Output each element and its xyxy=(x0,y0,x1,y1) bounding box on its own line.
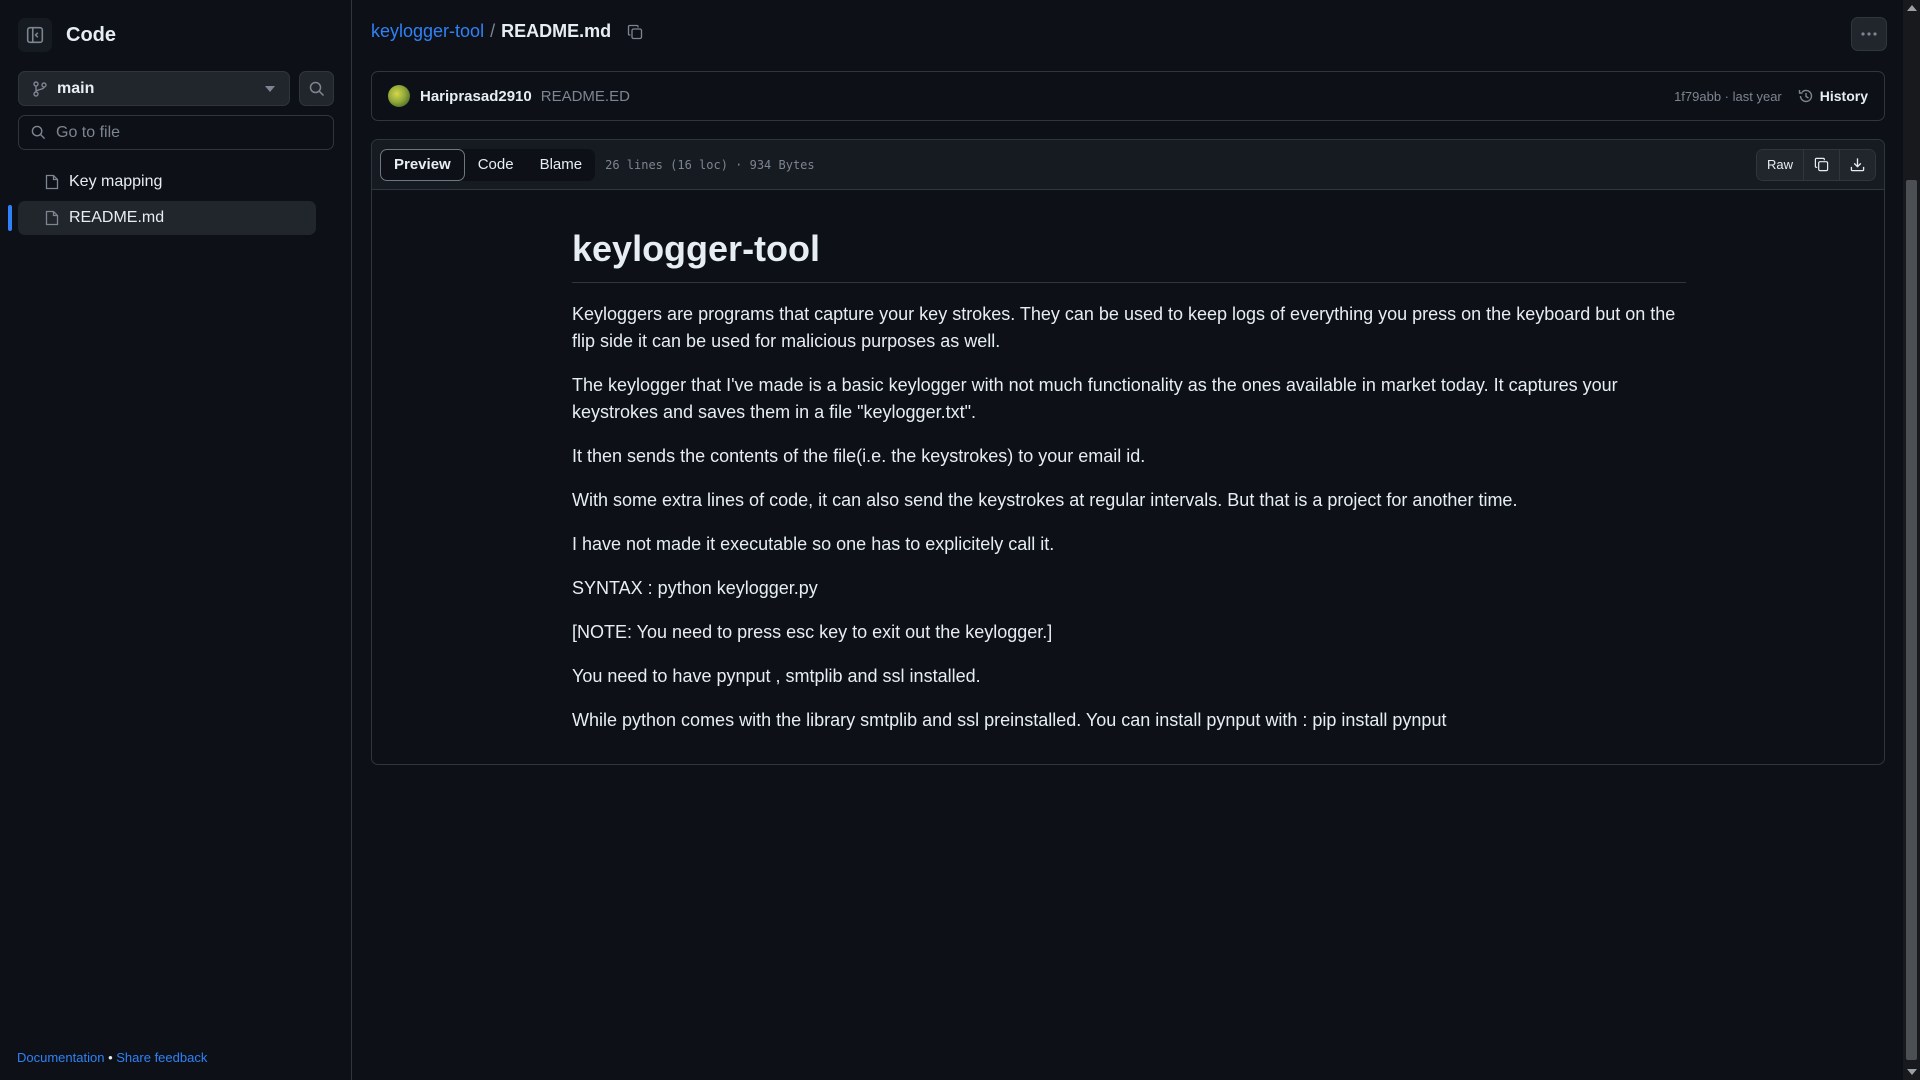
documentation-link[interactable]: Documentation xyxy=(17,1050,104,1065)
scroll-thumb[interactable] xyxy=(1906,180,1917,1060)
readme-paragraph: I have not made it executable so one has… xyxy=(572,534,1055,554)
git-branch-icon xyxy=(33,80,47,97)
history-label: History xyxy=(1819,88,1868,104)
raw-button[interactable]: Raw xyxy=(1756,149,1804,180)
readme-paragraph: [NOTE: You need to press esc key to exit… xyxy=(572,622,1053,642)
history-button[interactable]: History xyxy=(1798,88,1868,104)
tab-preview[interactable]: Preview xyxy=(380,148,465,181)
active-indicator xyxy=(8,205,12,231)
file-item-readme[interactable]: README.md xyxy=(8,201,316,235)
kebab-horizontal-icon xyxy=(1861,32,1877,36)
file-item-label: README.md xyxy=(69,209,165,226)
file-actions: Raw xyxy=(1755,148,1876,181)
view-tabs: Preview Code Blame xyxy=(380,148,596,181)
page-scrollbar[interactable] xyxy=(1903,0,1920,1080)
sidebar-title: Code xyxy=(66,23,116,46)
file-tree-sidebar: Code main Key mapping xyxy=(0,0,352,1080)
file-icon xyxy=(45,174,59,190)
search-icon xyxy=(309,81,325,97)
sidebar-header: Code xyxy=(18,18,116,52)
readme-paragraph: You need to have pynput , smtplib and ss… xyxy=(572,666,981,686)
commit-author[interactable]: Hariprasad2910 xyxy=(420,88,532,105)
sidebar-collapse-icon xyxy=(26,26,44,44)
go-to-file-field[interactable] xyxy=(18,115,334,150)
share-feedback-link[interactable]: Share feedback xyxy=(116,1050,207,1065)
file-item-key-mapping[interactable]: Key mapping xyxy=(18,165,316,199)
sidebar-footer: Documentation • Share feedback xyxy=(17,1050,207,1065)
breadcrumb: keylogger-tool / README.md xyxy=(371,21,643,42)
file-item-label: Key mapping xyxy=(69,173,163,190)
copy-icon xyxy=(1814,157,1829,172)
copy-path-button[interactable] xyxy=(627,24,643,40)
go-to-file-input[interactable] xyxy=(56,123,316,142)
file-toolbar: Preview Code Blame 26 lines (16 loc) · 9… xyxy=(372,140,1884,190)
copy-raw-button[interactable] xyxy=(1804,149,1840,180)
breadcrumb-file: README.md xyxy=(501,21,612,41)
breadcrumb-repo-link[interactable]: keylogger-tool xyxy=(371,21,484,42)
history-icon xyxy=(1798,88,1814,104)
file-icon xyxy=(45,210,59,226)
readme-paragraph: The keylogger that I've made is a basic … xyxy=(572,375,1618,422)
tab-blame[interactable]: Blame xyxy=(527,149,596,181)
branch-selector[interactable]: main xyxy=(18,71,290,106)
avatar[interactable] xyxy=(388,85,410,107)
readme-paragraph: With some extra lines of code, it can al… xyxy=(572,490,1518,510)
file-list: Key mapping README.md xyxy=(8,165,316,237)
file-viewer: Preview Code Blame 26 lines (16 loc) · 9… xyxy=(371,139,1885,765)
scroll-up-icon[interactable] xyxy=(1907,5,1917,11)
latest-commit-bar: Hariprasad2910 README.ED 1f79abb · last … xyxy=(371,71,1885,121)
readme-paragraph: It then sends the contents of the file(i… xyxy=(572,446,1146,466)
download-icon xyxy=(1850,157,1865,172)
more-options-button[interactable] xyxy=(1851,17,1887,51)
readme-paragraph: Keyloggers are programs that capture you… xyxy=(572,304,1676,351)
search-icon xyxy=(31,125,46,140)
commit-meta[interactable]: 1f79abb · last year xyxy=(1674,89,1782,104)
commit-message[interactable]: README.ED xyxy=(541,88,1674,105)
readme-paragraph: While python comes with the library smtp… xyxy=(572,710,1447,730)
search-files-button[interactable] xyxy=(299,71,334,106)
file-info: 26 lines (16 loc) · 934 Bytes xyxy=(605,157,815,172)
copy-icon xyxy=(627,24,643,40)
scroll-down-icon[interactable] xyxy=(1907,1069,1917,1075)
breadcrumb-separator: / xyxy=(490,21,496,41)
triangle-down-icon xyxy=(265,85,275,92)
footer-separator: • xyxy=(108,1050,113,1065)
collapse-sidebar-button[interactable] xyxy=(18,18,52,52)
download-button[interactable] xyxy=(1840,149,1875,180)
readme-paragraph: SYNTAX : python keylogger.py xyxy=(572,578,818,598)
main-content: keylogger-tool / README.md Hariprasad291… xyxy=(371,0,1887,1080)
tab-code[interactable]: Code xyxy=(465,149,527,181)
readme-title: keylogger-tool xyxy=(572,228,1686,283)
readme-content: keylogger-tool Keyloggers are programs t… xyxy=(572,228,1686,751)
branch-name: main xyxy=(57,79,95,97)
